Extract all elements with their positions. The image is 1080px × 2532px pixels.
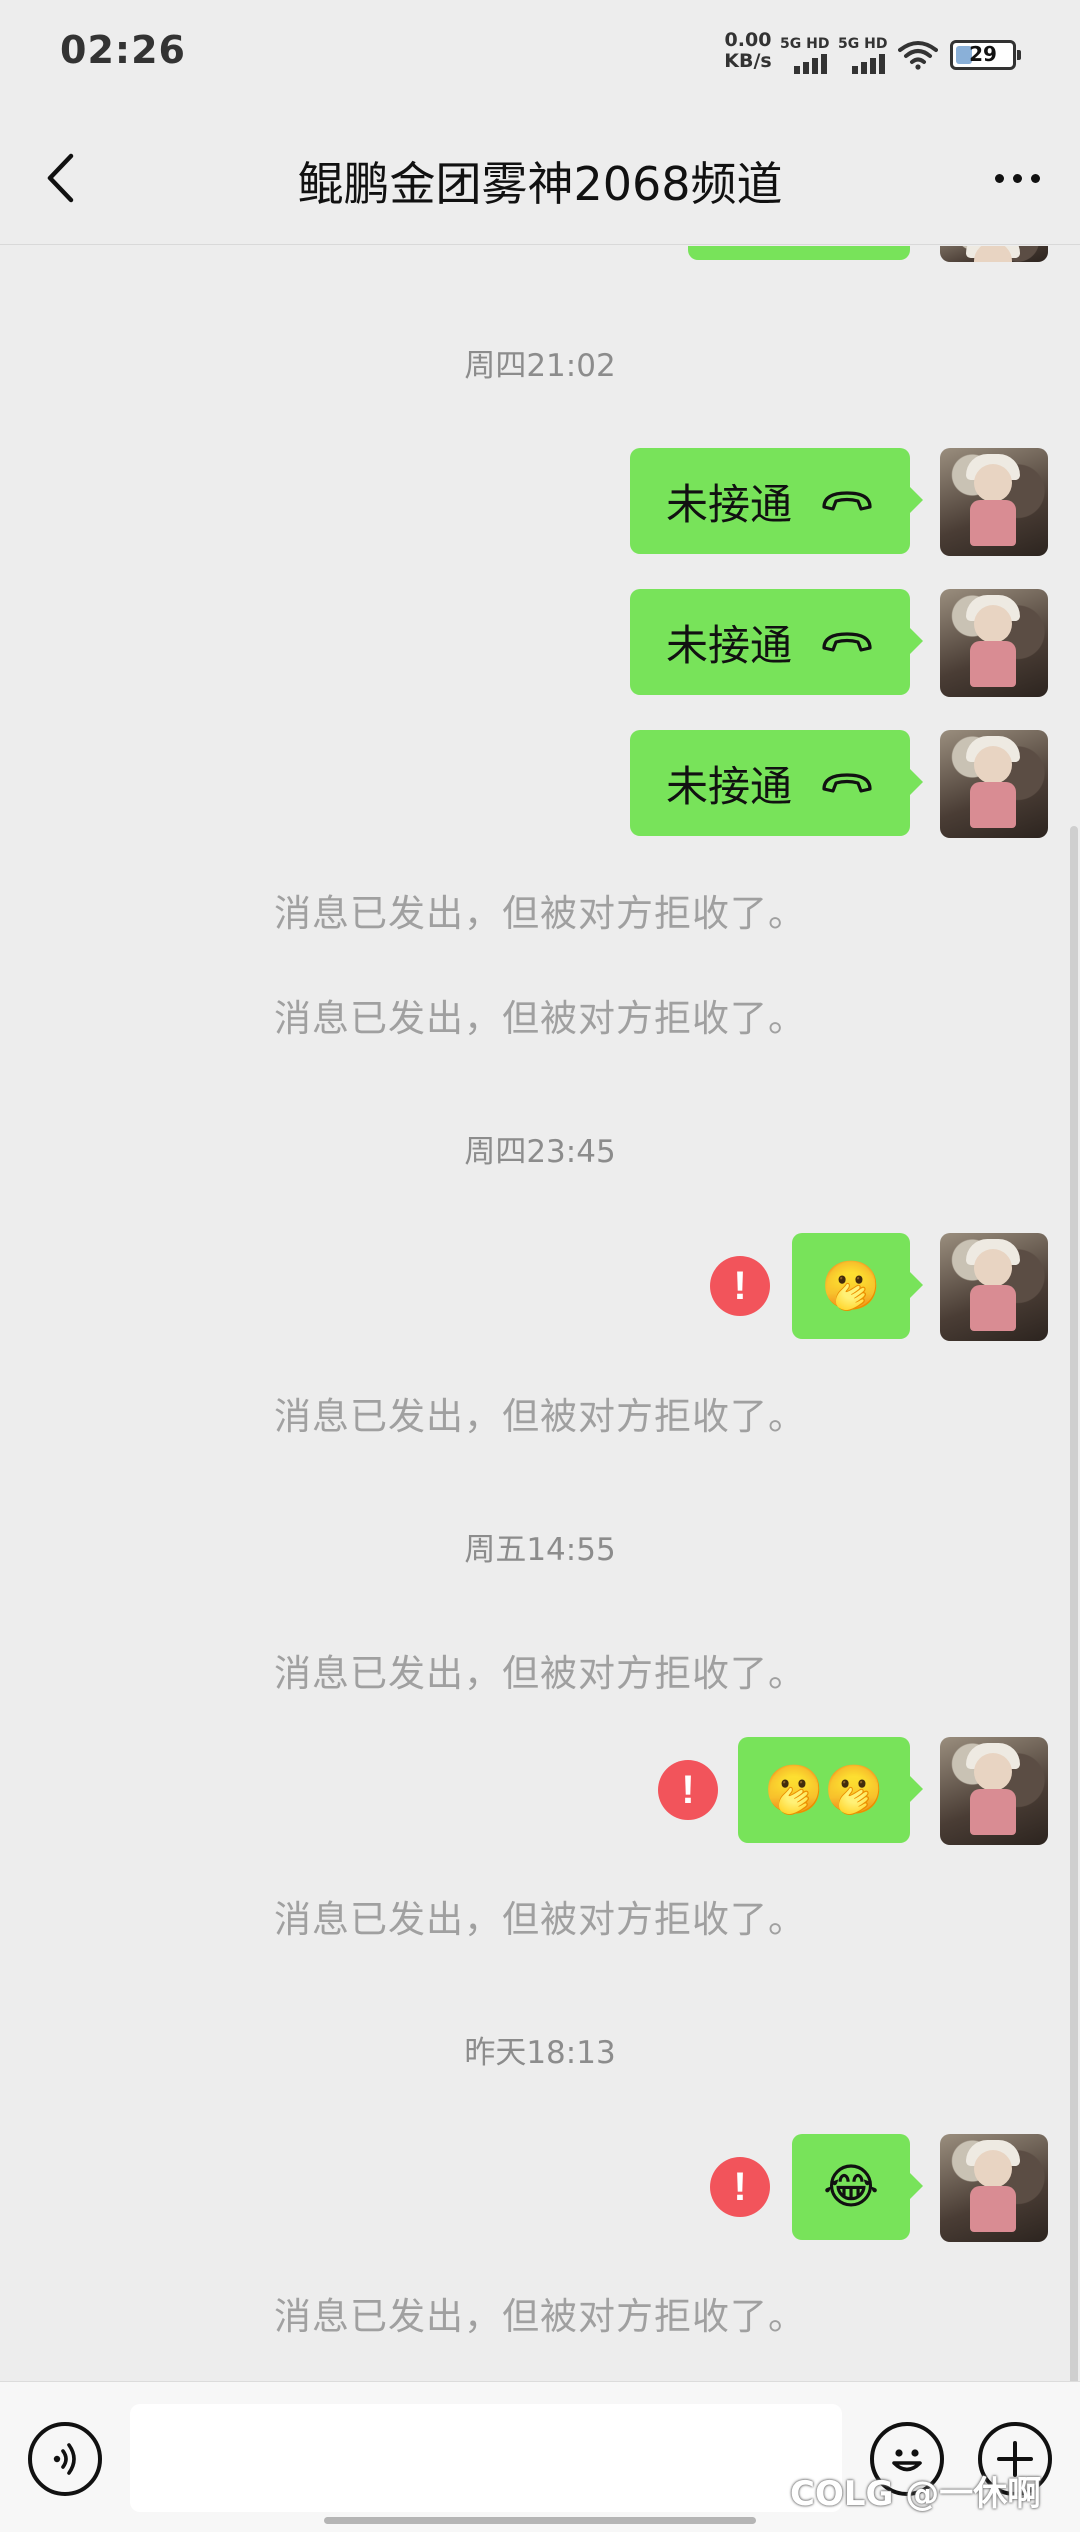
message-input[interactable] <box>130 2404 842 2512</box>
rejected-notice: 消息已发出，但被对方拒收了。 <box>274 1898 806 1941</box>
voice-icon <box>53 2443 76 2475</box>
emoji-message-bubble[interactable]: 🫢🫢 <box>738 1737 923 1843</box>
status-time: 02:26 <box>60 28 186 72</box>
avatar-self-partial[interactable] <box>940 246 1048 262</box>
emoji-content: 🫢🫢 <box>764 1762 884 1818</box>
sim2-label: 5G HD <box>838 36 888 52</box>
rejected-notice: 消息已发出，但被对方拒收了。 <box>274 2295 806 2338</box>
timestamp: 昨天18:13 <box>464 2035 616 2071</box>
more-options-button[interactable] <box>972 140 1062 216</box>
network-speed-unit: KB/s <box>724 50 772 72</box>
avatar-self[interactable] <box>940 730 1048 838</box>
rejected-notice: 消息已发出，但被对方拒收了。 <box>274 892 806 935</box>
battery-icon: 29 <box>950 40 1021 70</box>
chevron-left-icon <box>47 153 74 203</box>
scrollbar[interactable] <box>1070 826 1078 2381</box>
home-indicator[interactable] <box>324 2517 756 2524</box>
battery-level: 29 <box>969 42 997 66</box>
call-status-text: 未接通 <box>666 761 793 811</box>
missed-call-bubble[interactable]: 未接通 <box>630 730 923 836</box>
chat-message-list[interactable]: 周四21:02 未接通 未接通 未接通 消息已发出，但被对方拒收了。 消息已发出… <box>0 246 1080 2381</box>
call-status-text: 未接通 <box>666 620 793 670</box>
avatar-self[interactable] <box>940 1233 1048 1341</box>
timestamp: 周五14:55 <box>464 1532 616 1568</box>
sim1-label: 5G HD <box>780 36 830 52</box>
avatar-self[interactable] <box>940 2134 1048 2242</box>
send-failed-icon[interactable]: ! <box>710 2157 770 2217</box>
rejected-notice: 消息已发出，但被对方拒收了。 <box>274 1652 806 1695</box>
voice-input-button[interactable] <box>28 2422 102 2496</box>
timestamp: 周四21:02 <box>464 348 616 384</box>
emoji-message-bubble[interactable]: 🫢 <box>792 1233 923 1339</box>
avatar-self[interactable] <box>940 589 1048 697</box>
call-status-text: 未接通 <box>666 479 793 529</box>
emoji-content: 🫢 <box>821 1258 881 1314</box>
hangup-phone-icon <box>822 632 872 652</box>
timestamp: 周四23:45 <box>464 1134 616 1170</box>
chat-title: 鲲鹏金团雾神2068频道 <box>297 157 783 211</box>
avatar-self[interactable] <box>940 448 1048 556</box>
network-speed-value: 0.00 <box>724 29 772 51</box>
hangup-phone-icon <box>822 773 872 793</box>
emoji-content: 😂 <box>822 2159 880 2215</box>
more-dots-icon <box>994 173 1004 183</box>
back-button[interactable] <box>28 138 92 218</box>
status-bar: 02:26 0.00 KB/s 5G HD 5G HD 29 <box>0 0 1080 110</box>
message-bubble-partial[interactable] <box>688 246 910 260</box>
network-speed: 0.00 KB/s <box>718 30 778 72</box>
watermark: COLG @一休啊 <box>790 2474 1042 2514</box>
emoji-message-bubble[interactable]: 😂 <box>792 2134 923 2240</box>
signal-icon-sim1: 5G HD <box>780 36 836 76</box>
signal-icon-sim2: 5G HD <box>838 36 894 76</box>
wifi-icon <box>898 41 938 70</box>
send-failed-icon[interactable]: ! <box>710 1256 770 1316</box>
hangup-phone-icon <box>822 491 872 511</box>
nav-bar: 鲲鹏金团雾神2068频道 <box>0 110 1080 245</box>
missed-call-bubble[interactable]: 未接通 <box>630 589 923 695</box>
missed-call-bubble[interactable]: 未接通 <box>630 448 923 554</box>
rejected-notice: 消息已发出，但被对方拒收了。 <box>274 997 806 1040</box>
input-bar: COLG @一休啊 <box>0 2381 1080 2532</box>
send-failed-icon[interactable]: ! <box>658 1760 718 1820</box>
rejected-notice: 消息已发出，但被对方拒收了。 <box>274 1395 806 1438</box>
avatar-self[interactable] <box>940 1737 1048 1845</box>
